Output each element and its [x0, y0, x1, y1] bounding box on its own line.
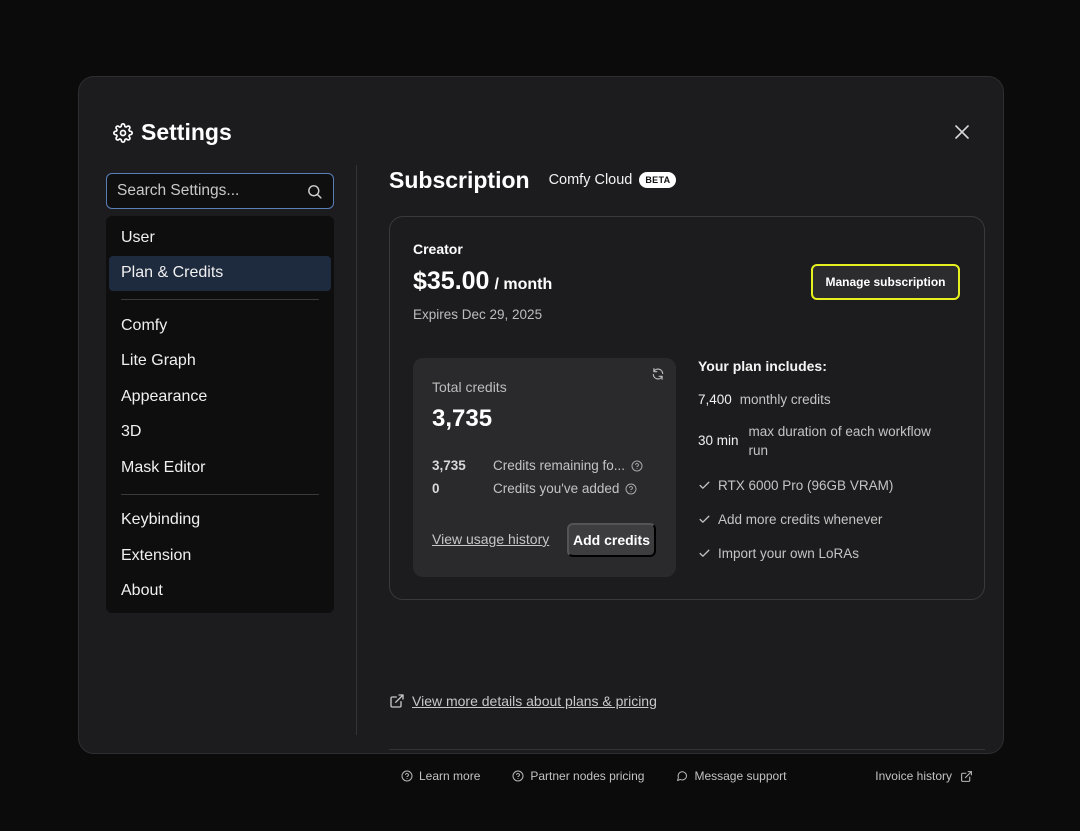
gear-icon	[113, 122, 133, 143]
view-usage-history-link[interactable]: View usage history	[432, 531, 549, 547]
sidebar-item-extension[interactable]: Extension	[109, 538, 331, 574]
search-icon	[308, 184, 322, 199]
partner-pricing-link[interactable]: Partner nodes pricing	[512, 769, 644, 783]
close-button[interactable]	[951, 121, 973, 143]
plan-includes: Your plan includes: 7,400 monthly credit…	[698, 358, 968, 571]
price-amount: $35.00	[413, 267, 490, 295]
search-box[interactable]	[106, 173, 334, 209]
plans-pricing-link-label[interactable]: View more details about plans & pricing	[412, 693, 657, 709]
sidebar-divider	[356, 165, 357, 735]
subscription-panel: Subscription Comfy Cloud BETA Creator $3…	[389, 165, 985, 783]
refresh-icon[interactable]	[651, 367, 665, 381]
page-title: Subscription	[389, 166, 530, 193]
sidebar-item-about[interactable]: About	[109, 574, 331, 610]
help-icon	[512, 770, 524, 782]
check-icon	[699, 515, 710, 524]
partner-pricing-label[interactable]: Partner nodes pricing	[530, 769, 644, 783]
plan-feature-check: Import your own LoRAs	[698, 537, 968, 571]
close-icon	[955, 125, 969, 139]
message-support-label[interactable]: Message support	[694, 769, 786, 783]
sidebar-item-keybinding[interactable]: Keybinding	[109, 503, 331, 539]
message-support-link[interactable]: Message support	[676, 769, 787, 783]
credits-remaining-label: Credits remaining fo...	[493, 458, 626, 473]
sidebar-item-lite-graph[interactable]: Lite Graph	[109, 344, 331, 380]
dialog-title: Settings	[141, 119, 232, 145]
plan-feature-duration: 30 min max duration of each workflow run	[698, 423, 968, 461]
plan-card: Creator $35.00 / month Expires Dec 29, 2…	[389, 216, 985, 600]
panel-header: Subscription Comfy Cloud BETA	[389, 165, 985, 195]
total-credits-label: Total credits	[432, 379, 507, 395]
sidebar-item-plan-credits[interactable]: Plan & Credits	[109, 255, 331, 291]
plans-pricing-link[interactable]: View more details about plans & pricing	[389, 693, 657, 709]
total-credits-value: 3,735	[432, 405, 493, 432]
price-period: / month	[494, 276, 553, 293]
product-name: Comfy Cloud	[548, 172, 633, 188]
feature-value: 30 min	[698, 433, 739, 449]
message-icon	[677, 771, 688, 781]
plan-feature-credits: 7,400 monthly credits	[698, 391, 968, 410]
invoice-history-label[interactable]: Invoice history	[875, 769, 952, 783]
plan-feature-check: RTX 6000 Pro (96GB VRAM)	[698, 469, 968, 503]
help-icon	[401, 770, 413, 782]
learn-more-link[interactable]: Learn more	[401, 769, 480, 783]
feature-label: Import your own LoRAs	[718, 546, 860, 562]
nav-divider	[121, 299, 319, 300]
credits-remaining-row: 3,735 Credits remaining fo...	[432, 458, 643, 473]
plan-name: Creator	[413, 241, 463, 257]
search-input[interactable]	[117, 182, 297, 200]
plan-price: $35.00 / month	[413, 267, 552, 296]
feature-label: Add more credits whenever	[718, 512, 883, 528]
plan-includes-title: Your plan includes:	[698, 358, 827, 374]
credits-added-row: 0 Credits you've added	[432, 481, 637, 496]
sidebar-item-user[interactable]: User	[109, 220, 331, 256]
credits-box: Total credits 3,735 3,735 Credits remain…	[413, 358, 676, 577]
panel-footer: Learn more Partner nodes pricing Message…	[389, 769, 985, 783]
add-credits-button[interactable]: Add credits	[567, 523, 656, 557]
nav-divider	[121, 493, 319, 495]
learn-more-label[interactable]: Learn more	[419, 769, 480, 783]
feature-desc: monthly credits	[739, 392, 831, 407]
check-icon	[699, 481, 710, 490]
settings-nav: User Plan & Credits Comfy Lite Graph App…	[106, 216, 334, 613]
expiry-date: Expires Dec 29, 2025	[413, 307, 543, 322]
feature-desc: max duration of each workflow run	[748, 423, 931, 458]
sidebar-item-appearance[interactable]: Appearance	[109, 379, 331, 415]
settings-sidebar: User Plan & Credits Comfy Lite Graph App…	[106, 173, 335, 613]
credits-added-label: Credits you've added	[493, 481, 620, 496]
feature-label: RTX 6000 Pro (96GB VRAM)	[718, 478, 894, 494]
help-icon[interactable]	[625, 483, 637, 495]
help-icon[interactable]	[631, 460, 643, 472]
dialog-header: Settings	[113, 119, 232, 146]
check-icon	[699, 549, 710, 558]
sidebar-item-3d[interactable]: 3D	[109, 415, 331, 451]
invoice-history-link[interactable]: Invoice history	[875, 769, 973, 783]
sidebar-item-comfy[interactable]: Comfy	[109, 308, 331, 344]
credits-remaining-value: 3,735	[432, 458, 466, 473]
beta-badge: BETA	[639, 172, 677, 188]
footer-divider	[389, 749, 985, 750]
sidebar-item-mask-editor[interactable]: Mask Editor	[109, 450, 331, 486]
settings-dialog: Settings User Plan & Credits Comfy Lite …	[78, 76, 1004, 783]
plan-feature-check: Add more credits whenever	[698, 503, 968, 537]
manage-subscription-button[interactable]: Manage subscription	[811, 264, 960, 300]
external-link-icon	[390, 694, 404, 708]
external-link-icon	[961, 770, 972, 782]
feature-value: 7,400	[698, 392, 732, 407]
credits-added-value: 0	[432, 481, 440, 496]
